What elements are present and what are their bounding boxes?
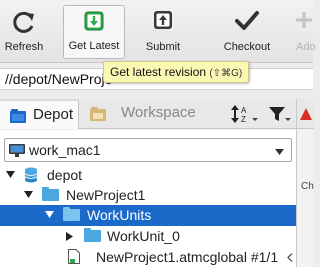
workspace-select-value: work_mac1: [29, 142, 101, 158]
right-panel-tab[interactable]: [297, 99, 314, 129]
filter-button[interactable]: [266, 103, 292, 125]
checkmark-icon: [235, 11, 259, 30]
folder-icon: [84, 228, 101, 242]
svg-text:Z: Z: [241, 115, 246, 124]
tree-row-newproject1[interactable]: NewProject1: [0, 185, 296, 206]
main-toolbar: Refresh Get Latest Submit Checkout Ado: [0, 0, 316, 63]
chevron-down-icon: [275, 149, 284, 155]
collapsed-triangle-icon[interactable]: [66, 232, 74, 241]
workspace-tab-icon: [90, 107, 106, 121]
depot-path-text: //depot/NewProje: [5, 71, 113, 87]
tree-row-workunits[interactable]: WorkUnits: [0, 205, 296, 226]
refresh-button[interactable]: Refresh: [2, 5, 46, 59]
folder-icon: [42, 187, 59, 201]
database-icon: [24, 167, 38, 183]
tree-row-label: NewProject1.atmcglobal: [96, 249, 247, 265]
tooltip-text: Get latest revision: [110, 65, 207, 79]
monitor-icon: [9, 144, 25, 157]
tree-row-depot[interactable]: depot: [0, 165, 296, 186]
file-icon: [68, 249, 80, 264]
submit-icon: [154, 11, 172, 29]
get-latest-tooltip: Get latest revision (⇧⌘G): [103, 61, 250, 83]
filter-icon: [269, 107, 291, 121]
tab-depot[interactable]: Depot: [0, 99, 79, 129]
folder-icon: [63, 207, 80, 221]
tab-workspace[interactable]: Workspace: [88, 99, 226, 129]
add-button[interactable]: Ado: [290, 5, 318, 59]
depot-tree: work_mac1 depot NewProject1 WorkUnits Wo…: [0, 130, 296, 267]
get-latest-label: Get Latest: [68, 40, 120, 52]
submit-button[interactable]: Submit: [138, 5, 188, 59]
submit-label: Submit: [145, 41, 181, 53]
right-panel: Ch: [296, 99, 314, 267]
warning-icon: [300, 108, 312, 120]
tree-row-label: depot: [47, 167, 83, 183]
depot-tab-icon: [10, 109, 26, 123]
get-latest-button[interactable]: Get Latest: [63, 5, 125, 59]
tab-depot-label: Depot: [33, 106, 74, 123]
file-revision: #1/1: [250, 249, 279, 265]
sort-button[interactable]: A Z: [228, 103, 260, 125]
add-label: Ado: [296, 41, 316, 53]
tree-tab-strip: Depot Workspace A Z: [0, 99, 296, 129]
tree-row-label: WorkUnits: [87, 207, 152, 223]
expanded-triangle-icon[interactable]: [6, 171, 15, 179]
refresh-label: Refresh: [4, 41, 44, 53]
tree-row-label: NewProject1: [66, 187, 146, 203]
plus-icon: [296, 12, 312, 28]
get-latest-icon: [84, 11, 104, 31]
workspace-select[interactable]: work_mac1: [4, 138, 292, 162]
tree-row-atmcglobal-file[interactable]: NewProject1.atmcglobal #1/1: [0, 247, 296, 267]
svg-text:A: A: [241, 106, 247, 115]
right-panel-label: Ch: [301, 181, 314, 192]
tree-row-label: WorkUnit_0: [107, 228, 180, 244]
expanded-triangle-icon[interactable]: [24, 191, 33, 199]
checkout-button[interactable]: Checkout: [218, 5, 276, 59]
tooltip-shortcut: (⇧⌘G): [209, 68, 243, 79]
tree-row-workunit-0[interactable]: WorkUnit_0: [0, 226, 296, 247]
expanded-triangle-icon[interactable]: [45, 211, 54, 219]
chevron-left-icon[interactable]: [287, 253, 293, 262]
refresh-icon: [13, 11, 34, 33]
checkout-label: Checkout: [223, 41, 271, 53]
sort-az-icon: A Z: [231, 105, 258, 124]
tab-workspace-label: Workspace: [121, 104, 196, 121]
